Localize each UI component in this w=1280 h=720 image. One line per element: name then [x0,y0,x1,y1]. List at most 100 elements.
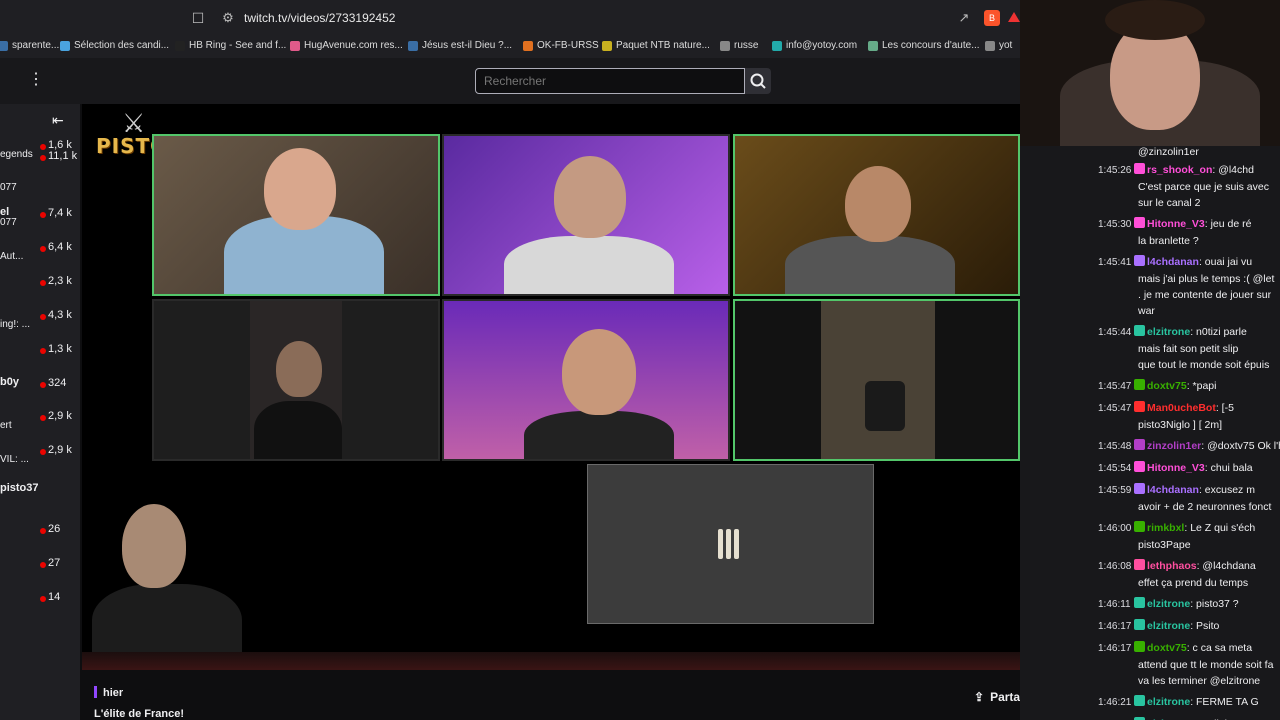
sidebar-viewer-count: 27 [48,557,61,569]
sidebar-channel-item[interactable]: VIL: ... [0,454,80,478]
chat-text: : ouai jai vu [1198,256,1253,268]
bookmark-item[interactable]: info@yotoy.com [772,40,857,51]
video-player[interactable]: ⚔ PISTO37 [82,104,1090,670]
chat-badge-icon [1134,379,1145,390]
chat-text: : jeu de ré [1204,218,1252,230]
sidebar-channel-name: pisto37 [0,482,38,494]
live-dot-icon [40,348,46,354]
chat-username[interactable]: Hitonne_V3 [1147,218,1205,230]
participant-tile-5 [442,299,730,461]
sidebar-channel-name: egends [0,149,33,160]
sidebar-viewer-count: 1,3 k [48,343,72,355]
bookmark-star-icon[interactable]: ☐ [190,10,206,26]
chat-username[interactable]: elzitrone [1147,696,1190,708]
chat-text: : n0tizi parle [1190,326,1247,338]
sidebar-channel-item[interactable]: 077 [0,217,80,241]
bookmark-item[interactable]: Sélection des candi... [60,40,169,51]
bookmark-favicon-icon [602,40,612,51]
bookmark-item[interactable]: HB Ring - See and f... [175,40,286,51]
sidebar-channel-name: b0y [0,376,19,388]
chat-badge-icon [1134,483,1145,494]
chat-username[interactable]: doxtv75 [1147,642,1187,654]
site-settings-icon[interactable]: ⚙ [220,10,236,26]
collapse-sidebar-icon[interactable]: ⇤ [52,112,68,128]
participant-tile-6 [733,299,1020,461]
chat-text: : *papi [1186,380,1217,392]
bookmark-item[interactable]: Jésus est-il Dieu ?... [408,40,512,51]
chat-username[interactable]: l4chdanan [1147,256,1199,268]
brave-rewards-icon[interactable] [1008,12,1020,22]
chat-text-continued: C'est parce que je suis avec [1138,181,1269,193]
chat-message: 1:46:11 elzitrone: pisto37 ? [1098,596,1280,613]
bookmark-item[interactable]: russe [720,40,758,51]
sidebar-channel-name: Aut... [0,251,24,262]
chat-text-continued: que tout le monde soit épuis [1138,359,1270,371]
chat-text: : @doxtv75 Ok l'h [1201,440,1280,452]
sidebar-channel-item[interactable]: 26 [0,522,80,546]
search-button[interactable] [745,68,771,94]
share-page-icon[interactable]: ↗ [956,10,972,26]
bookmark-label: info@yotoy.com [786,40,858,51]
sidebar-channel-item[interactable]: pisto37 [0,482,80,506]
bookmark-item[interactable]: HugAvenue.com res... [290,40,403,51]
chat-text-continued: effet ça prend du temps [1138,577,1249,589]
chat-text: : [-5 [1215,402,1234,414]
bookmark-favicon-icon [523,40,533,51]
chat-username[interactable]: elzitrone [1147,598,1190,610]
sidebar-channel-item[interactable]: 077 [0,182,80,206]
chat-username[interactable]: doxtv75 [1147,380,1187,392]
brave-shield-icon[interactable]: B [984,10,1000,26]
bookmark-label: HB Ring - See and f... [189,40,287,51]
chat-badge-icon [1134,255,1145,266]
chat-badge-icon [1134,461,1145,472]
sidebar-channel-item[interactable]: egends 11,1 k [0,149,80,173]
streamer-webcam [1020,0,1280,146]
sidebar-channel-item[interactable]: Aut... [0,251,80,275]
bookmark-favicon-icon [60,40,70,51]
chat-timestamp: 1:46:17 [1098,621,1132,632]
chat-username[interactable]: elzitrone [1147,326,1190,338]
sidebar-channel-item[interactable]: 1,3 k [0,342,80,366]
sidebar-channel-item[interactable]: b0y 324 [0,376,80,400]
chat-timestamp: 1:45:54 [1098,463,1132,474]
bookmarks-bar: sparente... Sélection des candi... HB Ring… [0,36,1020,58]
chat-username[interactable]: zinzolin1er [1147,440,1201,452]
chat-text: : Le Z qui s'éch [1184,522,1256,534]
sidebar-channel-item[interactable]: ert [0,420,80,444]
chat-text-continued: . je me contente de jouer sur [1138,289,1272,301]
chat-username[interactable]: Man0ucheBot [1147,402,1216,414]
chat-username[interactable]: rimkbxl [1147,522,1184,534]
bookmark-item[interactable]: sparente... [0,40,59,51]
address-bar[interactable]: twitch.tv/videos/2733192452 [244,11,395,25]
sidebar-channel-item[interactable]: ing!: ... [0,319,80,343]
sidebar-channel-item[interactable]: 2,3 k [0,274,80,298]
video-progress-bar[interactable] [82,652,1090,670]
chat-username[interactable]: elzitrone [1147,620,1190,632]
chat-message: 1:46:08 lethphaos: @l4chdana effet ça pren… [1098,558,1280,591]
chat-badge-icon [1134,163,1145,174]
live-dot-icon [40,382,46,388]
bookmark-label: russe [734,40,759,51]
chat-panel: @zinzolin1er 1:45:26 rs_shook_on: @l4chd C… [1090,146,1280,720]
chat-timestamp: 1:45:47 [1098,381,1132,392]
bookmark-item[interactable]: yot [985,40,1012,51]
sidebar-channel-item[interactable]: 27 [0,556,80,580]
sidebar-channel-item[interactable]: 14 [0,590,80,614]
twitch-top-nav: ⋮ [0,58,1020,104]
chat-text: : c ca sa meta [1186,642,1253,654]
chat-message: 1:46:17 doxtv75: c ca sa meta attend que t… [1098,640,1280,689]
search-input[interactable] [475,68,745,94]
chat-username[interactable]: rs_shook_on [1147,164,1212,176]
sidebar-channel-name: VIL: ... [0,454,29,465]
bookmark-item[interactable]: Les concours d'aute... [868,40,980,51]
bookmark-item[interactable]: Paquet NTB nature... [602,40,710,51]
chat-timestamp: 1:45:48 [1098,441,1132,452]
chat-username[interactable]: l4chdanan [1147,484,1199,496]
more-menu-icon[interactable]: ⋮ [28,70,44,90]
bookmark-favicon-icon [175,40,185,51]
streamer-overlay-cam [82,504,252,670]
chat-username[interactable]: lethphaos [1147,560,1197,572]
chat-badge-icon [1134,325,1145,336]
bookmark-item[interactable]: OK-FB-URSS [523,40,599,51]
chat-username[interactable]: Hitonne_V3 [1147,462,1205,474]
